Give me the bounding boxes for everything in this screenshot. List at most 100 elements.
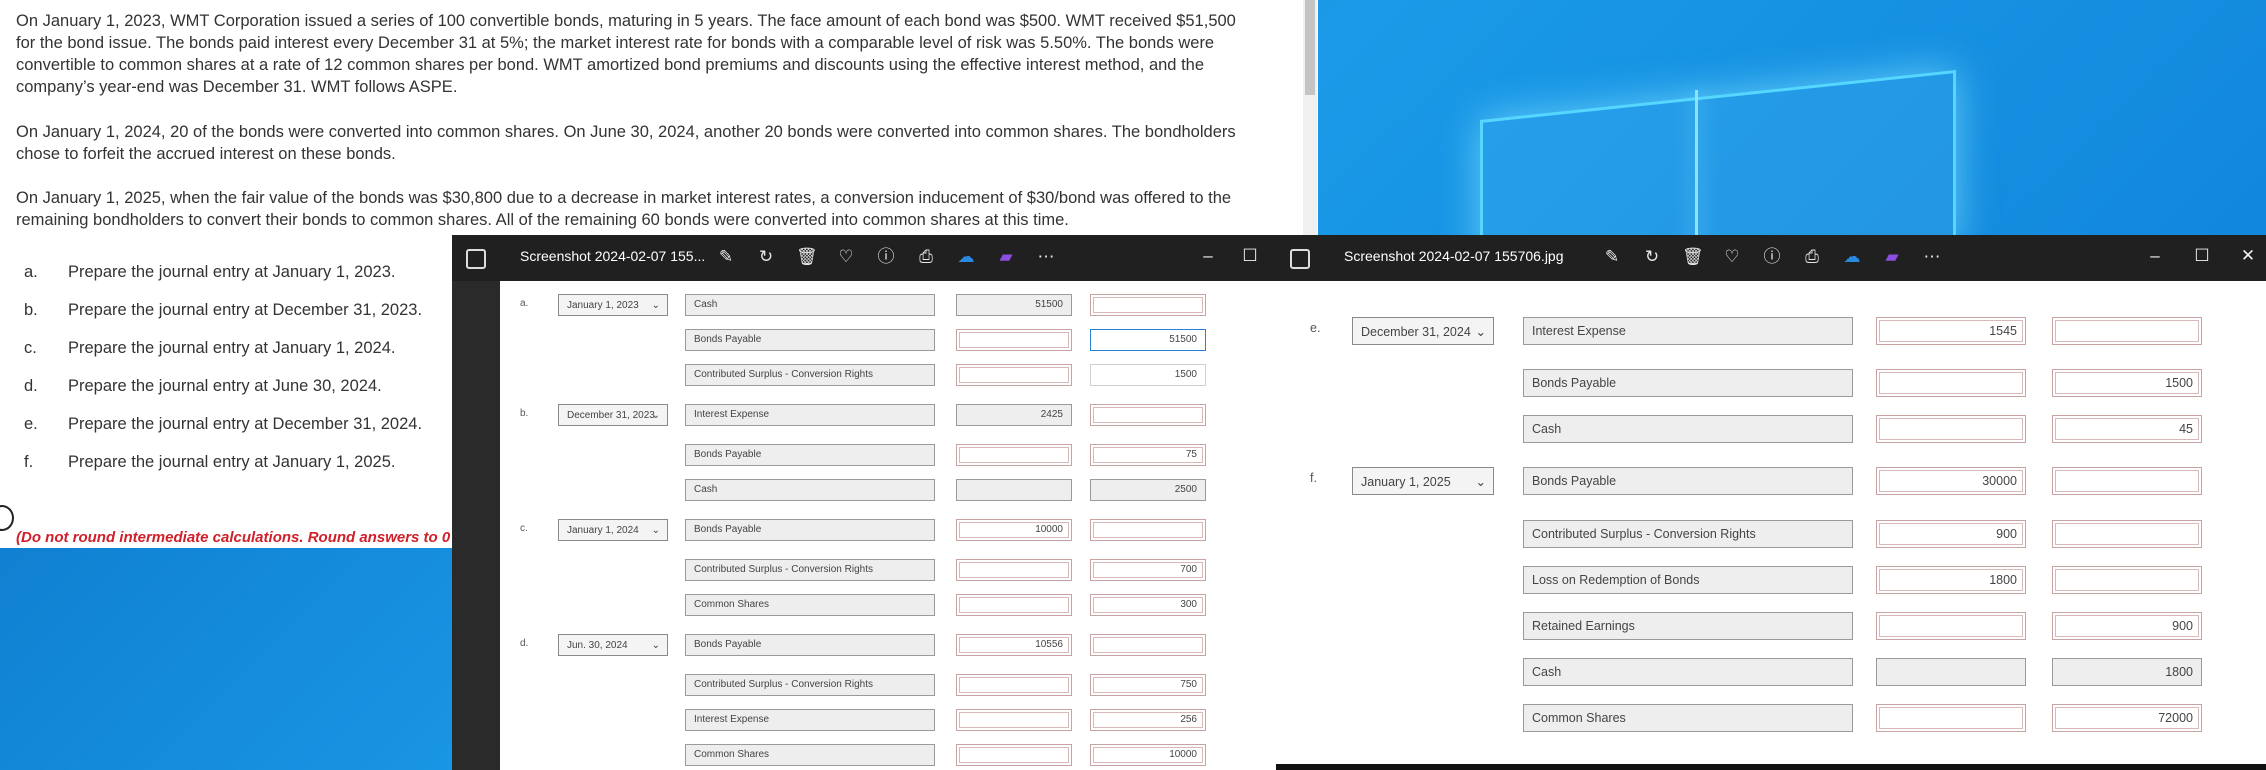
onedrive-icon[interactable]: ☁ xyxy=(1842,247,1862,267)
account-field[interactable]: Cash xyxy=(685,294,935,316)
account-field[interactable]: Bonds Payable xyxy=(1523,467,1853,495)
account-field[interactable]: Interest Expense xyxy=(685,404,935,426)
info-icon[interactable]: ⓘ xyxy=(1762,247,1782,267)
debit-field[interactable]: 10556 xyxy=(956,634,1072,656)
account-field[interactable]: Bonds Payable xyxy=(685,519,935,541)
credit-field[interactable] xyxy=(2052,467,2202,495)
debit-field[interactable] xyxy=(956,744,1072,766)
account-field[interactable]: Interest Expense xyxy=(685,709,935,731)
scrollbar-thumb[interactable] xyxy=(1305,0,1315,95)
credit-field[interactable] xyxy=(1090,404,1206,426)
account-field[interactable]: Bonds Payable xyxy=(685,634,935,656)
credit-field[interactable] xyxy=(1090,294,1206,316)
entry-label: a. xyxy=(520,298,529,309)
delete-icon[interactable]: 🗑 xyxy=(1682,247,1704,267)
credit-field[interactable]: 2500 xyxy=(1090,479,1206,501)
favorite-icon[interactable]: ♡ xyxy=(1722,247,1742,267)
task-label: b. xyxy=(24,301,38,319)
credit-field[interactable]: 256 xyxy=(1090,709,1206,731)
minimize-icon[interactable]: – xyxy=(1197,245,1219,267)
account-field[interactable]: Common Shares xyxy=(1523,704,1853,732)
account-field[interactable]: Cash xyxy=(1523,415,1853,443)
credit-field[interactable]: 900 xyxy=(2052,612,2202,640)
account-field[interactable]: Cash xyxy=(685,479,935,501)
credit-field[interactable]: 72000 xyxy=(2052,704,2202,732)
maximize-icon[interactable]: ☐ xyxy=(1239,245,1261,267)
print-icon[interactable]: ⎙ xyxy=(1802,247,1822,267)
debit-field[interactable]: 2425 xyxy=(956,404,1072,426)
credit-field[interactable] xyxy=(2052,520,2202,548)
debit-field[interactable] xyxy=(956,479,1072,501)
debit-field[interactable] xyxy=(956,674,1072,696)
account-field[interactable]: Common Shares xyxy=(685,744,935,766)
debit-field[interactable] xyxy=(956,559,1072,581)
credit-field[interactable]: 750 xyxy=(1090,674,1206,696)
maximize-icon[interactable]: ☐ xyxy=(2191,245,2213,267)
credit-field[interactable]: 300 xyxy=(1090,594,1206,616)
debit-field[interactable]: 10000 xyxy=(956,519,1072,541)
credit-field[interactable]: 75 xyxy=(1090,444,1206,466)
credit-field[interactable]: 51500 xyxy=(1090,329,1206,351)
date-select[interactable]: January 1, 2024 ⌄ xyxy=(558,519,668,541)
rotate-icon[interactable]: ↻ xyxy=(756,247,776,267)
credit-field[interactable]: 1800 xyxy=(2052,658,2202,686)
minimize-icon[interactable]: – xyxy=(2144,245,2166,267)
credit-field[interactable]: 700 xyxy=(1090,559,1206,581)
account-field[interactable]: Bonds Payable xyxy=(685,444,935,466)
account-field[interactable]: Contributed Surplus - Conversion Rights xyxy=(1523,520,1853,548)
rotate-icon[interactable]: ↻ xyxy=(1642,247,1662,267)
date-select[interactable]: December 31, 2024 ⌄ xyxy=(1352,317,1494,345)
debit-field[interactable] xyxy=(1876,415,2026,443)
debit-field[interactable]: 51500 xyxy=(956,294,1072,316)
more-icon[interactable]: ⋯ xyxy=(1922,247,1942,267)
date-select[interactable]: December 31, 2023 ⌄ xyxy=(558,404,668,426)
entry-label: e. xyxy=(1310,321,1321,335)
account-field[interactable]: Contributed Surplus - Conversion Rights xyxy=(685,674,935,696)
print-icon[interactable]: ⎙ xyxy=(916,247,936,267)
debit-field[interactable]: 1800 xyxy=(1876,566,2026,594)
date-select[interactable]: January 1, 2023 ⌄ xyxy=(558,294,668,316)
account-field[interactable]: Bonds Payable xyxy=(1523,369,1853,397)
info-icon[interactable]: ⓘ xyxy=(876,247,896,267)
account-field[interactable]: Contributed Surplus - Conversion Rights xyxy=(685,559,935,581)
debit-field[interactable]: 900 xyxy=(1876,520,2026,548)
account-field[interactable]: Loss on Redemption of Bonds xyxy=(1523,566,1853,594)
debit-field[interactable] xyxy=(956,709,1072,731)
credit-field[interactable] xyxy=(1090,519,1206,541)
delete-icon[interactable]: 🗑 xyxy=(796,247,818,267)
debit-field[interactable]: 30000 xyxy=(1876,467,2026,495)
onedrive-icon[interactable]: ☁ xyxy=(956,247,976,267)
edit-image-icon[interactable]: ✎ xyxy=(1602,247,1622,267)
debit-field[interactable]: 1545 xyxy=(1876,317,2026,345)
debit-field[interactable] xyxy=(956,594,1072,616)
account-field[interactable]: Common Shares xyxy=(685,594,935,616)
account-field[interactable]: Interest Expense xyxy=(1523,317,1853,345)
favorite-icon[interactable]: ♡ xyxy=(836,247,856,267)
debit-field[interactable] xyxy=(956,364,1072,386)
more-icon[interactable]: ⋯ xyxy=(1036,247,1056,267)
account-field[interactable]: Contributed Surplus - Conversion Rights xyxy=(685,364,935,386)
credit-field[interactable] xyxy=(1090,634,1206,656)
clipchamp-icon[interactable]: ▰ xyxy=(1882,247,1902,267)
debit-field[interactable] xyxy=(1876,612,2026,640)
credit-field[interactable]: 1500 xyxy=(2052,369,2202,397)
close-icon[interactable]: ✕ xyxy=(2237,245,2259,267)
debit-field[interactable] xyxy=(956,444,1072,466)
credit-field[interactable]: 1500 xyxy=(1090,364,1206,386)
edit-image-icon[interactable]: ✎ xyxy=(716,247,736,267)
account-field[interactable]: Cash xyxy=(1523,658,1853,686)
credit-field[interactable] xyxy=(2052,566,2202,594)
debit-field[interactable] xyxy=(1876,369,2026,397)
task-a: a. Prepare the journal entry at January 1… xyxy=(24,261,395,283)
debit-field[interactable] xyxy=(1876,704,2026,732)
account-field[interactable]: Retained Earnings xyxy=(1523,612,1853,640)
debit-field[interactable] xyxy=(1876,658,2026,686)
account-field[interactable]: Bonds Payable xyxy=(685,329,935,351)
clipchamp-icon[interactable]: ▰ xyxy=(996,247,1016,267)
credit-field[interactable]: 45 xyxy=(2052,415,2202,443)
date-select[interactable]: Jun. 30, 2024 ⌄ xyxy=(558,634,668,656)
debit-field[interactable] xyxy=(956,329,1072,351)
credit-field[interactable] xyxy=(2052,317,2202,345)
credit-field[interactable]: 10000 xyxy=(1090,744,1206,766)
date-select[interactable]: January 1, 2025 ⌄ xyxy=(1352,467,1494,495)
